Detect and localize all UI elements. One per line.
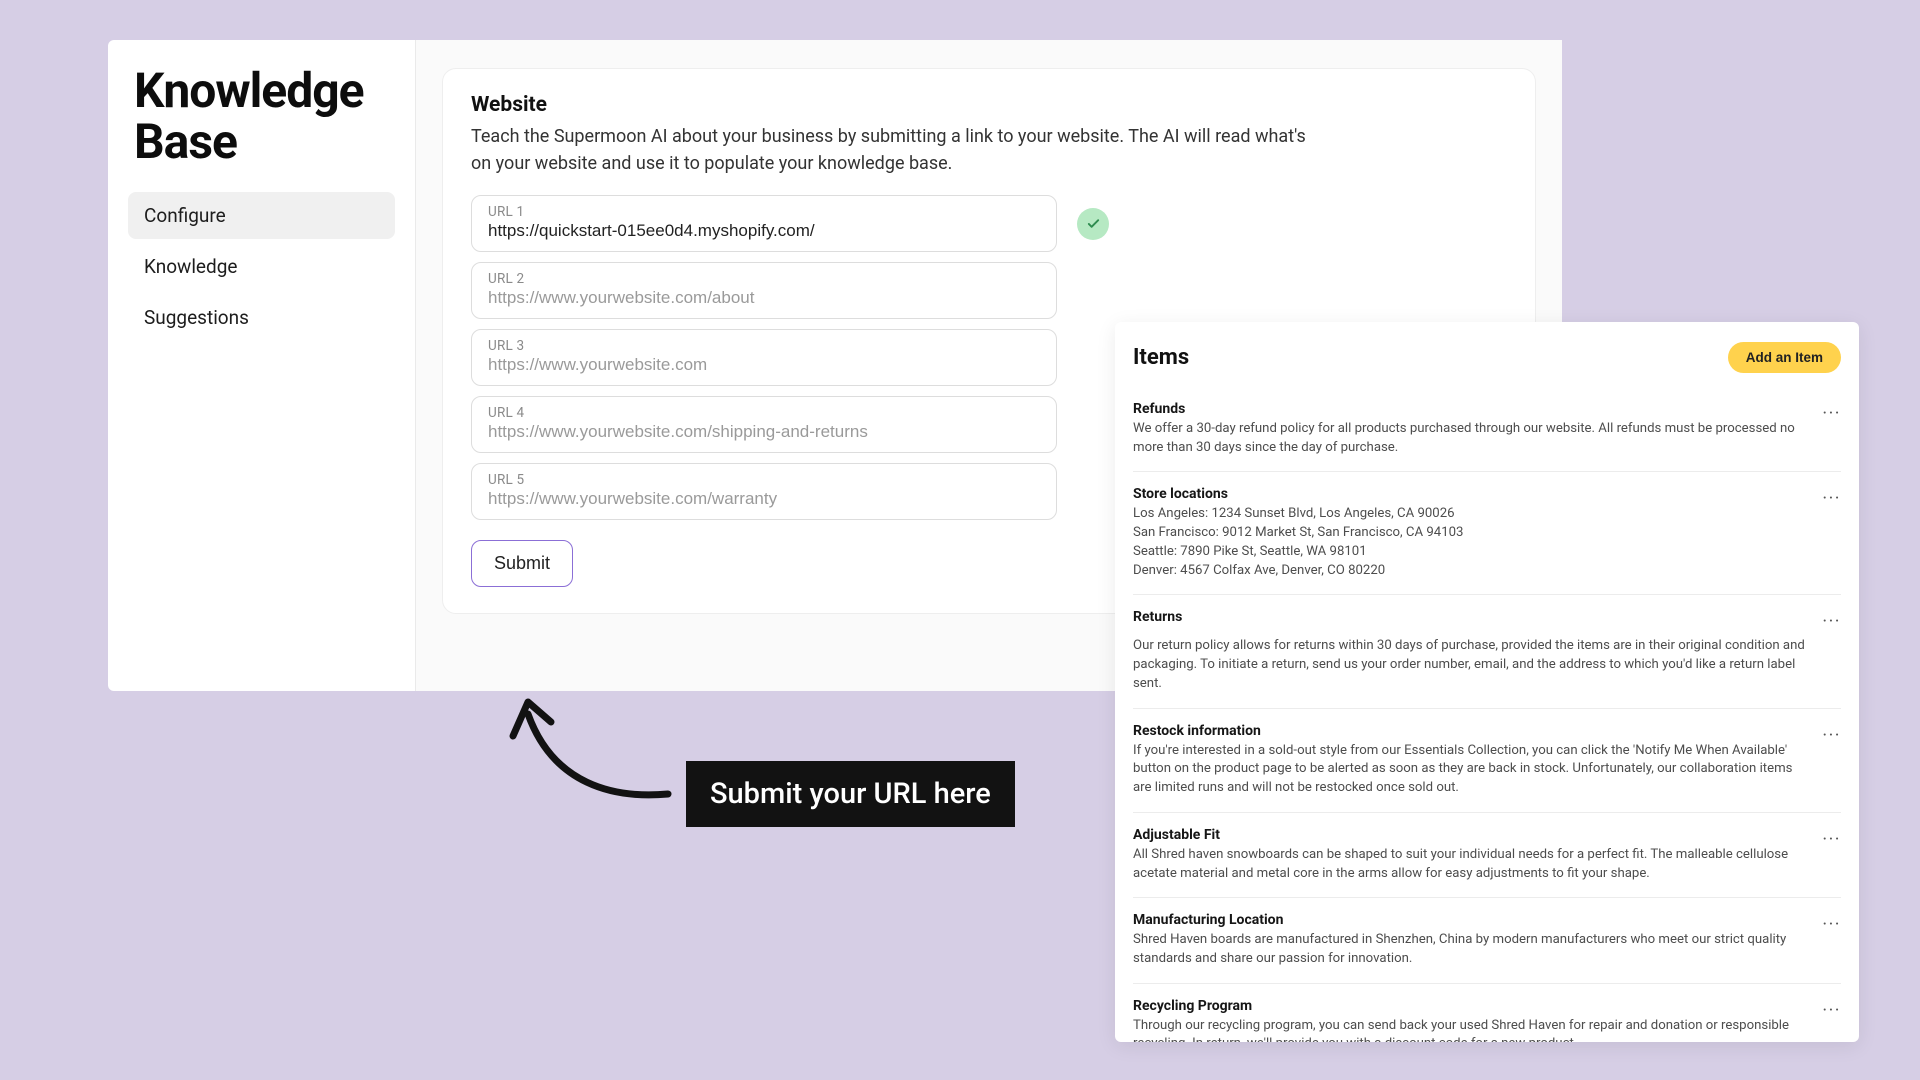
- item-title: Recycling Program: [1133, 998, 1810, 1014]
- item-description: If you're interested in a sold-out style…: [1133, 742, 1810, 798]
- url-row-1: URL 1: [471, 195, 1507, 252]
- url-label: URL 4: [488, 405, 1040, 421]
- callout-label: Submit your URL here: [686, 761, 1015, 827]
- items-header: Items Add an Item: [1115, 322, 1859, 387]
- item-row: Store locations Los Angeles: 1234 Sunset…: [1133, 472, 1841, 595]
- item-description: We offer a 30-day refund policy for all …: [1133, 420, 1810, 457]
- item-row: Refunds We offer a 30-day refund policy …: [1133, 387, 1841, 472]
- more-icon[interactable]: ···: [1822, 609, 1841, 693]
- status-check-icon: [1077, 208, 1109, 240]
- items-panel: Items Add an Item Refunds We offer a 30-…: [1115, 322, 1859, 1042]
- url-field-1[interactable]: URL 1: [471, 195, 1057, 252]
- url-field-2[interactable]: URL 2: [471, 262, 1057, 319]
- sidebar-item-suggestions[interactable]: Suggestions: [128, 294, 395, 341]
- item-title: Manufacturing Location: [1133, 912, 1810, 928]
- submit-button[interactable]: Submit: [471, 540, 573, 587]
- items-title: Items: [1133, 345, 1189, 370]
- more-icon[interactable]: ···: [1822, 723, 1841, 798]
- url-field-3[interactable]: URL 3: [471, 329, 1057, 386]
- item-description: Our return policy allows for returns wit…: [1133, 637, 1810, 693]
- url-label: URL 1: [488, 204, 1040, 220]
- url-field-4[interactable]: URL 4: [471, 396, 1057, 453]
- more-icon[interactable]: ···: [1822, 486, 1841, 580]
- more-icon[interactable]: ···: [1822, 998, 1841, 1042]
- url-input-2[interactable]: [488, 288, 1040, 308]
- item-title: Store locations: [1133, 486, 1810, 502]
- url-input-3[interactable]: [488, 355, 1040, 375]
- more-icon[interactable]: ···: [1822, 827, 1841, 883]
- url-row-2: URL 2: [471, 262, 1507, 319]
- item-row: Manufacturing Location Shred Haven board…: [1133, 898, 1841, 983]
- item-title: Returns: [1133, 609, 1810, 625]
- more-icon[interactable]: ···: [1822, 912, 1841, 968]
- item-row: Restock information If you're interested…: [1133, 709, 1841, 813]
- add-item-button[interactable]: Add an Item: [1728, 342, 1841, 373]
- url-input-5[interactable]: [488, 489, 1040, 509]
- website-section-title: Website: [471, 93, 1507, 117]
- url-label: URL 3: [488, 338, 1040, 354]
- url-label: URL 5: [488, 472, 1040, 488]
- sidebar-item-configure[interactable]: Configure: [128, 192, 395, 239]
- url-label: URL 2: [488, 271, 1040, 287]
- item-title: Refunds: [1133, 401, 1810, 417]
- url-field-5[interactable]: URL 5: [471, 463, 1057, 520]
- sidebar-item-knowledge[interactable]: Knowledge: [128, 243, 395, 290]
- item-description: Through our recycling program, you can s…: [1133, 1017, 1810, 1042]
- arrow-icon: [503, 694, 673, 804]
- item-row: Recycling Program Through our recycling …: [1133, 984, 1841, 1042]
- item-description: Los Angeles: 1234 Sunset Blvd, Los Angel…: [1133, 505, 1810, 580]
- more-icon[interactable]: ···: [1822, 401, 1841, 457]
- item-description: Shred Haven boards are manufactured in S…: [1133, 931, 1810, 968]
- website-section-description: Teach the Supermoon AI about your busine…: [471, 123, 1321, 177]
- item-row: Returns Our return policy allows for ret…: [1133, 595, 1841, 708]
- page-title: Knowledge Base: [134, 66, 395, 168]
- item-row: Adjustable Fit All Shred haven snowboard…: [1133, 813, 1841, 898]
- sidebar: Knowledge Base Configure Knowledge Sugge…: [108, 40, 416, 691]
- items-list: Refunds We offer a 30-day refund policy …: [1115, 387, 1859, 1042]
- item-title: Restock information: [1133, 723, 1810, 739]
- url-input-4[interactable]: [488, 422, 1040, 442]
- item-description: All Shred haven snowboards can be shaped…: [1133, 846, 1810, 883]
- sidebar-nav: Configure Knowledge Suggestions: [128, 192, 395, 341]
- item-title: Adjustable Fit: [1133, 827, 1810, 843]
- url-input-1[interactable]: [488, 221, 1040, 241]
